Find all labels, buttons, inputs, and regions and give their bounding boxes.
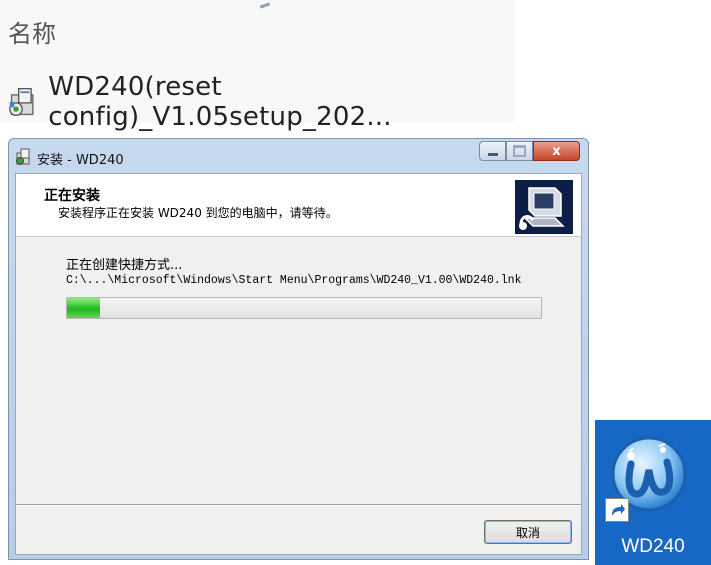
cancel-button[interactable]: 取消 — [484, 520, 572, 544]
file-list-item[interactable]: WD240(reset config)_V1.05setup_202... — [8, 72, 515, 132]
close-icon: x — [552, 143, 561, 159]
shortcut-arrow-icon — [605, 498, 629, 522]
minimize-button[interactable] — [479, 141, 506, 161]
setup-app-icon — [16, 148, 30, 165]
title-bar[interactable]: 安装 - WD240 x — [9, 139, 588, 173]
shortcut-label[interactable]: WD240 — [595, 536, 711, 558]
desktop-area: WD240 — [595, 420, 711, 565]
wizard-header: 正在安装 安装程序正在安装 WD240 到您的电脑中，请等待。 — [16, 174, 581, 237]
minimize-icon — [487, 153, 498, 156]
status-label: 正在创建快捷方式... — [66, 258, 183, 273]
maximize-icon — [513, 145, 526, 157]
sort-indicator-mark — [259, 2, 271, 9]
installer-computer-icon — [515, 180, 573, 234]
installer-window: 安装 - WD240 x 正在安装 安装程序正在安装 WD240 到您的电脑中，… — [8, 138, 589, 560]
window-title: 安装 - WD240 — [37, 153, 124, 168]
window-controls: x — [479, 141, 580, 161]
installer-client-area: 正在安装 安装程序正在安装 WD240 到您的电脑中，请等待。 正在创建快捷方式… — [15, 173, 582, 555]
installer-file-icon — [9, 88, 34, 116]
maximize-button[interactable] — [506, 141, 533, 161]
page-subtitle: 安装程序正在安装 WD240 到您的电脑中，请等待。 — [58, 206, 338, 220]
progress-fill — [67, 298, 101, 318]
page-title: 正在安装 — [44, 188, 100, 204]
file-name: WD240(reset config)_V1.05setup_202... — [48, 72, 392, 132]
footer-separator — [16, 504, 581, 506]
close-button[interactable]: x — [533, 141, 580, 161]
install-progress-bar — [66, 297, 542, 319]
file-explorer-snippet: 名称 WD240(reset config)_V1.05setup_202... — [0, 0, 515, 132]
current-file-path: C:\...\Microsoft\Windows\Start Menu\Prog… — [66, 274, 522, 287]
name-column-header[interactable]: 名称 — [8, 14, 56, 49]
